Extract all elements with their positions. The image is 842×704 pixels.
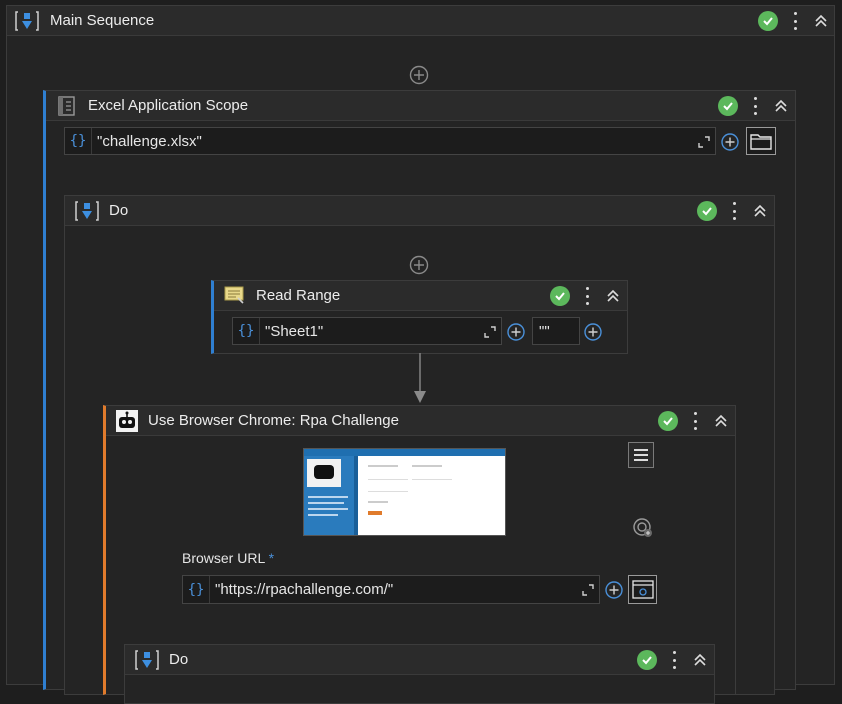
- read-range-title: Read Range: [256, 287, 341, 304]
- do-outer-title: Do: [109, 202, 129, 219]
- sequence-icon: [135, 650, 159, 670]
- collapse-icon[interactable]: [812, 12, 830, 30]
- more-options-icon[interactable]: [729, 200, 739, 222]
- browser-url-value: "https://rpachallenge.com/": [215, 581, 394, 598]
- sheet-name-value: "Sheet1": [265, 323, 324, 340]
- collapse-icon[interactable]: [691, 651, 709, 669]
- range-field[interactable]: "": [532, 317, 580, 345]
- collapse-icon[interactable]: [712, 412, 730, 430]
- browse-folder-button[interactable]: [746, 127, 776, 155]
- validation-check-icon: [758, 11, 778, 31]
- validation-check-icon: [637, 650, 657, 670]
- collapse-icon[interactable]: [751, 202, 769, 220]
- expand-editor-icon[interactable]: [697, 135, 711, 149]
- do-inner-container: Do: [124, 644, 715, 704]
- more-options-icon[interactable]: [669, 649, 679, 671]
- flow-connector-arrow: [414, 353, 426, 403]
- target-indicate-icon[interactable]: [632, 517, 654, 539]
- main-sequence-header[interactable]: Main Sequence: [7, 6, 834, 36]
- workbook-path-value: "challenge.xlsx": [97, 133, 202, 150]
- robot-icon: [116, 410, 138, 432]
- expression-braces-icon: {}: [183, 576, 210, 603]
- select-browser-button[interactable]: [628, 575, 657, 604]
- screenshot-sidebar: [304, 456, 354, 535]
- read-range-header[interactable]: Read Range: [214, 281, 627, 311]
- folder-icon: [750, 134, 772, 150]
- more-options-icon[interactable]: [690, 410, 700, 432]
- excel-scope-header[interactable]: Excel Application Scope: [46, 91, 795, 121]
- do-outer-header[interactable]: Do: [65, 196, 774, 226]
- browser-window-icon: [632, 580, 654, 599]
- options-menu-button[interactable]: [628, 442, 654, 468]
- do-inner-header[interactable]: Do: [125, 645, 714, 675]
- main-sequence-title: Main Sequence: [50, 12, 155, 29]
- collapse-icon[interactable]: [772, 97, 790, 115]
- validation-check-icon: [550, 286, 570, 306]
- expression-braces-icon: {}: [65, 128, 92, 154]
- sequence-icon: [75, 201, 99, 221]
- browser-url-label-text: Browser URL: [182, 550, 265, 566]
- read-range-icon: [224, 286, 244, 304]
- validation-check-icon: [697, 201, 717, 221]
- use-browser-title: Use Browser Chrome: Rpa Challenge: [148, 412, 399, 429]
- expand-editor-icon[interactable]: [483, 325, 497, 339]
- browser-url-field[interactable]: {} "https://rpachallenge.com/": [182, 575, 600, 604]
- add-activity-icon[interactable]: [409, 65, 429, 85]
- add-activity-icon[interactable]: [409, 255, 429, 275]
- sequence-icon: [15, 11, 39, 31]
- add-variable-icon[interactable]: [720, 132, 740, 152]
- validation-check-icon: [718, 96, 738, 116]
- expression-braces-icon: {}: [233, 318, 260, 344]
- collapse-icon[interactable]: [604, 287, 622, 305]
- expand-editor-icon[interactable]: [581, 583, 595, 597]
- add-variable-icon[interactable]: [583, 322, 603, 342]
- more-options-icon[interactable]: [750, 95, 760, 117]
- do-inner-title: Do: [169, 651, 189, 668]
- screenshot-topbar: [304, 449, 505, 456]
- hamburger-menu-icon: [634, 449, 648, 461]
- range-value: "": [539, 323, 550, 340]
- sheet-name-field[interactable]: {} "Sheet1": [232, 317, 502, 345]
- more-options-icon[interactable]: [790, 10, 800, 32]
- workbook-path-field[interactable]: {} "challenge.xlsx": [64, 127, 716, 155]
- add-variable-icon[interactable]: [506, 322, 526, 342]
- more-options-icon[interactable]: [582, 285, 592, 307]
- add-variable-icon[interactable]: [604, 580, 624, 600]
- excel-book-icon: [58, 96, 75, 116]
- excel-scope-title: Excel Application Scope: [88, 97, 249, 114]
- validation-check-icon: [658, 411, 678, 431]
- informative-screenshot[interactable]: [303, 448, 506, 536]
- use-browser-header[interactable]: Use Browser Chrome: Rpa Challenge: [106, 406, 735, 436]
- required-marker: *: [268, 550, 275, 566]
- browser-url-label: Browser URL *: [182, 550, 274, 566]
